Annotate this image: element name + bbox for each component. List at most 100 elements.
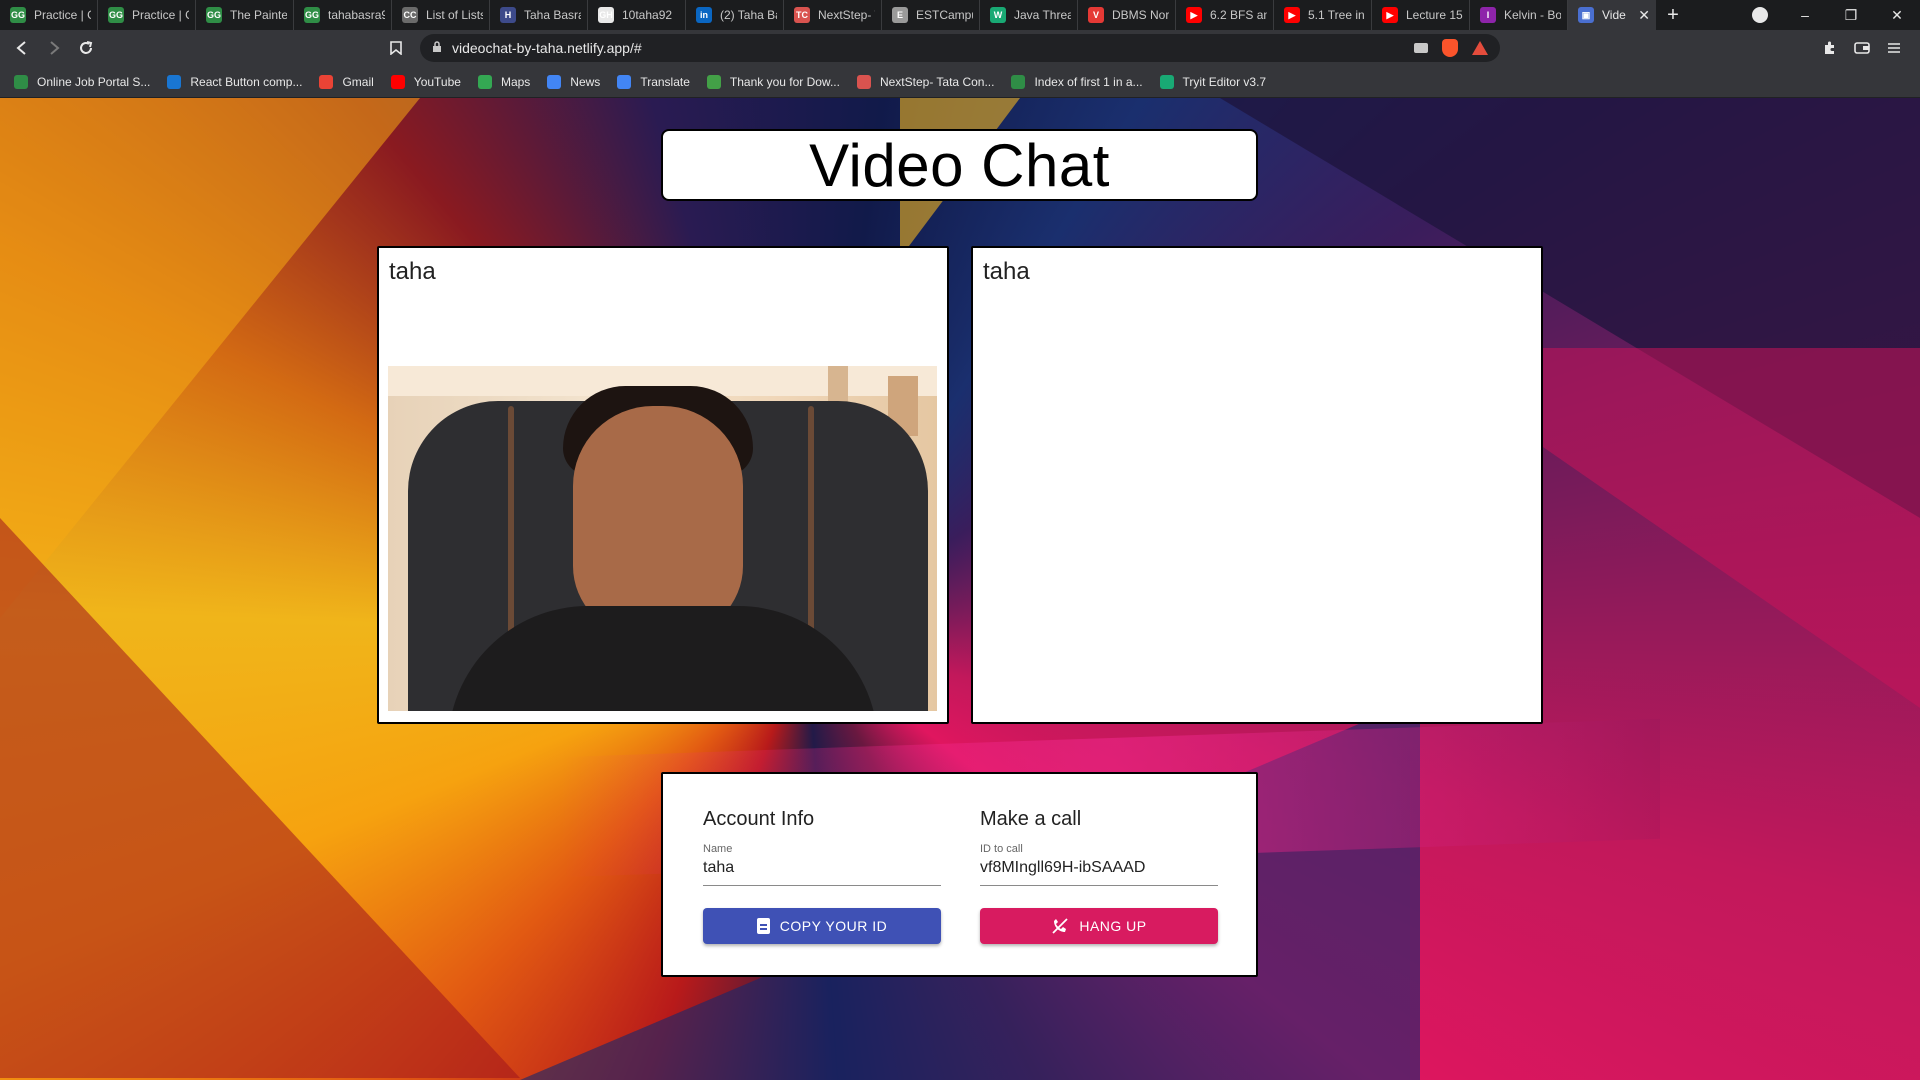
- tab-9[interactable]: E ESTCampus: [882, 0, 980, 30]
- tab-5[interactable]: H Taha Basrav: [490, 0, 588, 30]
- tab-title: The Painter: [230, 8, 287, 22]
- profile-icon[interactable]: [1752, 7, 1768, 23]
- forward-icon[interactable]: [38, 32, 70, 64]
- tab-3[interactable]: GG tahabasra9: [294, 0, 392, 30]
- tab-favicon-icon: H: [500, 7, 516, 23]
- bookmark-favicon-icon: [856, 74, 871, 89]
- bookmark-item[interactable]: React Button comp...: [167, 74, 303, 89]
- account-info-heading: Account Info: [703, 808, 815, 830]
- tab-title: DBMS Norm: [1112, 8, 1169, 22]
- remote-video-name: taha: [983, 258, 1030, 285]
- tab-favicon-icon: GG: [206, 7, 222, 23]
- tab-favicon-icon: GG: [108, 7, 124, 23]
- tab-15[interactable]: I Kelvin - Bo: [1470, 0, 1568, 30]
- tab-6[interactable]: GH 10taha92: [588, 0, 686, 30]
- bookmark-item[interactable]: YouTube: [390, 74, 461, 89]
- tab-7[interactable]: in (2) Taha Ba: [686, 0, 784, 30]
- bookmark-label: Tryit Editor v3.7: [1182, 74, 1267, 89]
- tab-13[interactable]: ▶ 5.1 Tree in: [1274, 0, 1372, 30]
- tab-favicon-icon: in: [696, 7, 712, 23]
- tab-10[interactable]: W Java Thread: [980, 0, 1078, 30]
- bookmark-favicon-icon: [617, 74, 632, 89]
- copy-id-label: COPY YOUR ID: [779, 918, 888, 934]
- bookmark-label: React Button comp...: [190, 74, 303, 89]
- brave-rewards-icon[interactable]: [1472, 41, 1488, 55]
- close-tab-icon[interactable]: ✕: [1632, 7, 1650, 24]
- tab-4[interactable]: CC List of Lists: [392, 0, 490, 30]
- tab-title: Practice | G: [34, 8, 91, 22]
- tab-favicon-icon: ▶: [1284, 7, 1300, 23]
- bookmark-item[interactable]: Index of first 1 in a...: [1011, 74, 1143, 89]
- tab-12[interactable]: ▶ 6.2 BFS and: [1176, 0, 1274, 30]
- tab-14[interactable]: ▶ Lecture 15:: [1372, 0, 1470, 30]
- tab-title: ESTCampus: [916, 8, 973, 22]
- address-bar[interactable]: videochat-by-taha.netlify.app/#: [420, 34, 1500, 62]
- tab-title: 5.1 Tree in: [1308, 8, 1365, 22]
- hang-up-label: HANG UP: [1079, 918, 1147, 934]
- bookmark-label: Maps: [500, 74, 531, 89]
- bookmark-icon[interactable]: [380, 32, 412, 64]
- tab-1[interactable]: GG Practice | G: [98, 0, 196, 30]
- controls-panel: Account Info Name taha Make a call ID to…: [661, 772, 1258, 977]
- bookmark-label: News: [570, 74, 601, 89]
- bookmark-label: Gmail: [342, 74, 374, 89]
- tab-active[interactable]: ▣ Vide ✕: [1568, 0, 1656, 30]
- url-text: videochat-by-taha.netlify.app/#: [452, 40, 642, 56]
- minimize-button[interactable]: –: [1782, 0, 1828, 30]
- tab-favicon-icon: I: [1480, 7, 1496, 23]
- menu-icon[interactable]: [1878, 32, 1910, 64]
- bookmark-item[interactable]: Thank you for Dow...: [706, 74, 840, 89]
- name-field[interactable]: Name taha: [703, 843, 941, 886]
- tab-favicon-icon: E: [892, 7, 908, 23]
- bookmark-item[interactable]: NextStep- Tata Con...: [856, 74, 995, 89]
- bookmark-favicon-icon: [706, 74, 721, 89]
- brave-shield-icon[interactable]: [1442, 39, 1458, 57]
- video-chat-favicon-icon: ▣: [1578, 7, 1594, 23]
- close-window-button[interactable]: ✕: [1874, 0, 1920, 30]
- page-background: Video Chat taha taha Account Info Name t…: [0, 98, 1920, 1080]
- id-to-call-field[interactable]: ID to call vf8MIngll69H-ibSAAAD: [980, 843, 1218, 886]
- tab-0[interactable]: GG Practice | G: [0, 0, 98, 30]
- wallet-icon[interactable]: [1846, 32, 1878, 64]
- tab-favicon-icon: ▶: [1382, 7, 1398, 23]
- bookmark-item[interactable]: News: [547, 74, 601, 89]
- tab-favicon-icon: V: [1088, 7, 1104, 23]
- hang-up-button[interactable]: HANG UP: [980, 908, 1218, 944]
- clipboard-icon: [756, 918, 770, 934]
- bookmark-favicon-icon: [1159, 74, 1174, 89]
- copy-id-button[interactable]: COPY YOUR ID: [703, 908, 941, 944]
- tab-favicon-icon: TC: [794, 7, 810, 23]
- bookmark-label: Index of first 1 in a...: [1034, 74, 1143, 89]
- tab-11[interactable]: V DBMS Norm: [1078, 0, 1176, 30]
- new-tab-button[interactable]: +: [1656, 0, 1690, 30]
- tab-favicon-icon: GH: [598, 7, 614, 23]
- bookmark-label: YouTube: [413, 74, 461, 89]
- bookmark-item[interactable]: Online Job Portal S...: [14, 74, 150, 89]
- name-label: Name: [703, 843, 733, 855]
- tab-strip: GG Practice | G GG Practice | G GG The Painte…: [0, 0, 1920, 30]
- bookmark-item[interactable]: Gmail: [319, 74, 374, 89]
- tab-2[interactable]: GG The Painter: [196, 0, 294, 30]
- tab-title: NextStep- T: [818, 8, 875, 22]
- back-icon[interactable]: [6, 32, 38, 64]
- phone-disabled-icon: [1051, 918, 1069, 934]
- bookmark-item[interactable]: Maps: [477, 74, 531, 89]
- bookmark-item[interactable]: Tryit Editor v3.7: [1159, 74, 1267, 89]
- local-video-card: taha: [377, 246, 949, 724]
- tab-title: Kelvin - Bo: [1504, 8, 1561, 22]
- reload-icon[interactable]: [70, 32, 102, 64]
- bookmark-label: NextStep- Tata Con...: [879, 74, 995, 89]
- bookmark-favicon-icon: [167, 74, 182, 89]
- restore-button[interactable]: ❐: [1828, 0, 1874, 30]
- lock-icon: [432, 40, 442, 56]
- name-input[interactable]: taha: [703, 859, 941, 879]
- tab-title: (2) Taha Ba: [720, 8, 777, 22]
- bookmark-favicon-icon: [477, 74, 492, 89]
- tab-title: Taha Basrav: [524, 8, 581, 22]
- bookmark-favicon-icon: [14, 74, 28, 89]
- id-to-call-input[interactable]: vf8MIngll69H-ibSAAAD: [980, 859, 1218, 879]
- extensions-icon[interactable]: [1814, 32, 1846, 64]
- bookmark-item[interactable]: Translate: [617, 74, 690, 89]
- camera-icon[interactable]: [1414, 43, 1428, 53]
- tab-8[interactable]: TC NextStep- T: [784, 0, 882, 30]
